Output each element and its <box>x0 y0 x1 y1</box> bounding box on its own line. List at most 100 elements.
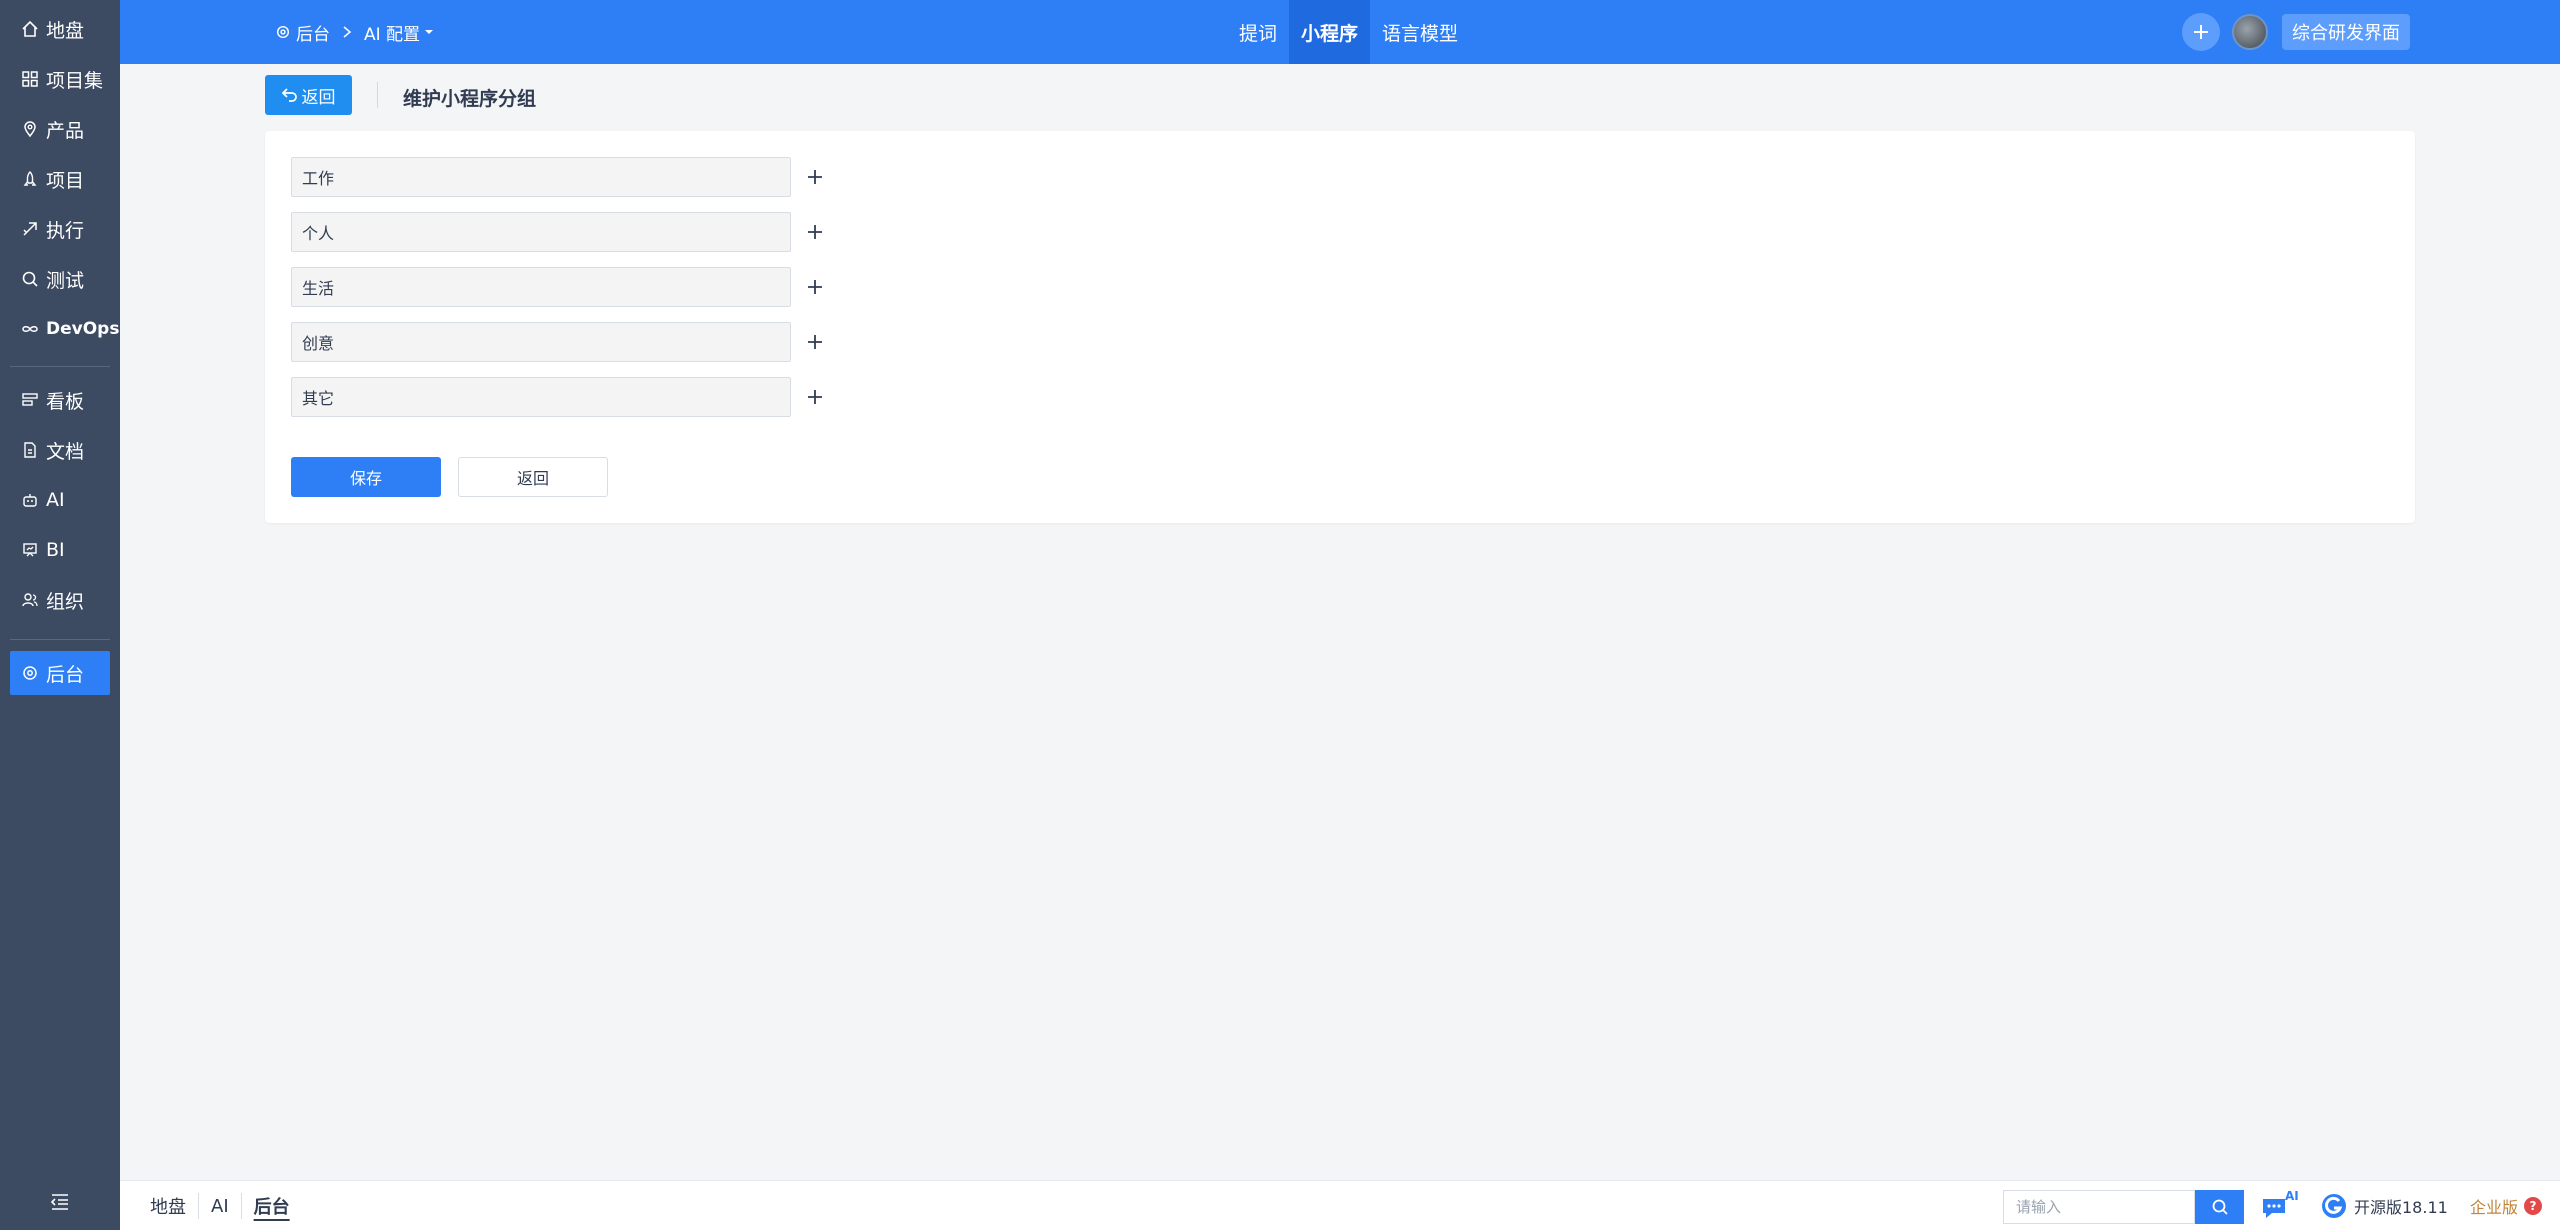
breadcrumb-root-label: 后台 <box>296 24 330 45</box>
sidebar-item-doc[interactable]: 文档 <box>10 428 110 472</box>
sidebar-item-label: 地盘 <box>46 19 85 42</box>
version-label: 开源版18.11 <box>2354 1198 2448 1217</box>
create-button[interactable] <box>2182 13 2220 51</box>
sidebar-item-label: 项目 <box>46 169 85 192</box>
sidebar-item-label: 项目集 <box>46 69 104 92</box>
sidebar-item-label: 后台 <box>46 663 85 686</box>
group-row <box>291 212 831 252</box>
sidebar-item-label: AI <box>46 489 65 511</box>
infinity-icon <box>20 319 40 339</box>
rocket-icon <box>20 169 40 189</box>
sidebar-item-execution[interactable]: 执行 <box>10 207 110 251</box>
chevron-right-icon <box>342 25 352 39</box>
version-info[interactable]: 开源版18.11 <box>2320 1181 2448 1230</box>
home-icon <box>20 19 40 39</box>
breadcrumb-current-label: AI 配置 <box>364 24 421 45</box>
sidebar-item-label: 组织 <box>46 590 85 613</box>
group-row <box>291 377 831 417</box>
group-form-panel: 保存 返回 <box>265 131 2415 523</box>
undo-arrow-icon <box>281 88 297 102</box>
header-tabs: 提词 小程序 语言模型 <box>1227 0 1470 64</box>
sidebar-item-program[interactable]: 项目集 <box>10 57 110 101</box>
sidebar-item-admin[interactable]: 后台 <box>10 651 110 695</box>
sidebar-item-kanban[interactable]: 看板 <box>10 378 110 422</box>
sidebar-divider <box>10 366 110 367</box>
send-icon <box>20 219 40 239</box>
zentao-logo-icon <box>2322 1194 2346 1218</box>
tab-prompts[interactable]: 提词 <box>1227 0 1289 64</box>
search-input[interactable] <box>2003 1190 2195 1224</box>
sidebar-item-devops[interactable]: DevOps <box>10 307 119 351</box>
group-row <box>291 322 831 362</box>
footer-tab-ai[interactable]: AI <box>199 1193 242 1219</box>
group-name-input[interactable] <box>291 157 791 197</box>
enterprise-label: 企业版 <box>2470 1198 2519 1217</box>
settings-icon <box>20 663 40 683</box>
sidebar-item-label: 产品 <box>46 119 85 142</box>
footer-tabs: 地盘 AI 后台 <box>138 1181 302 1230</box>
sidebar-item-ai[interactable]: AI <box>10 478 110 522</box>
add-row-icon[interactable] <box>803 220 827 244</box>
sidebar-item-label: 测试 <box>46 269 85 292</box>
breadcrumb-current[interactable]: AI 配置 <box>364 20 434 45</box>
title-divider <box>377 82 378 108</box>
back-button[interactable]: 返回 <box>265 75 352 115</box>
footer-tab-admin[interactable]: 后台 <box>242 1193 302 1219</box>
help-icon: ? <box>2524 1197 2543 1215</box>
presentation-icon <box>20 540 40 560</box>
group-name-input[interactable] <box>291 322 791 362</box>
sidebar-item-org[interactable]: 组织 <box>10 578 110 622</box>
breadcrumb-root[interactable]: 后台 <box>275 20 330 45</box>
robot-icon <box>20 490 40 510</box>
group-name-input[interactable] <box>291 212 791 252</box>
sidebar-divider <box>10 639 110 640</box>
page-title: 维护小程序分组 <box>403 88 537 110</box>
collapse-sidebar-icon[interactable] <box>48 1190 72 1214</box>
save-button[interactable]: 保存 <box>291 457 441 497</box>
search-button[interactable] <box>2195 1190 2244 1224</box>
add-row-icon[interactable] <box>803 330 827 354</box>
search-icon <box>2212 1199 2228 1215</box>
sidebar-item-label: BI <box>46 539 65 561</box>
settings-icon <box>276 25 290 39</box>
workspace-switch-button[interactable]: 综合研发界面 <box>2282 14 2410 50</box>
cancel-button[interactable]: 返回 <box>458 457 608 497</box>
sidebar-item-label: 文档 <box>46 440 85 463</box>
footer-tab-dashboard[interactable]: 地盘 <box>138 1193 199 1219</box>
add-row-icon[interactable] <box>803 165 827 189</box>
tab-miniprograms[interactable]: 小程序 <box>1289 0 1371 64</box>
caret-down-icon <box>425 30 434 34</box>
document-icon <box>20 440 40 460</box>
magnifier-icon <box>20 269 40 289</box>
group-row <box>291 157 831 197</box>
kanban-icon <box>20 390 40 410</box>
ai-chat-button[interactable]: AI <box>2260 1189 2300 1221</box>
sidebar-item-bi[interactable]: BI <box>10 528 110 572</box>
grid-icon <box>20 69 40 89</box>
sidebar-item-product[interactable]: 产品 <box>10 107 110 151</box>
plus-icon <box>2194 25 2208 39</box>
group-row <box>291 267 831 307</box>
sidebar-item-project[interactable]: 项目 <box>10 157 110 201</box>
enterprise-link[interactable]: 企业版 ? <box>2470 1181 2543 1230</box>
sidebar-item-label: 看板 <box>46 390 85 413</box>
footer-bar: 地盘 AI 后台 AI 开源版18.11 企业版 ? <box>120 1180 2560 1230</box>
header-actions: 综合研发界面 <box>2182 0 2410 64</box>
group-name-input[interactable] <box>291 377 791 417</box>
group-name-input[interactable] <box>291 267 791 307</box>
avatar[interactable] <box>2232 14 2268 50</box>
sidebar-item-label: DevOps <box>46 319 120 339</box>
sidebar-item-test[interactable]: 测试 <box>10 257 110 301</box>
sidebar: 地盘 项目集 产品 项目 执行 测试 DevOps 看板 文档 AI BI 组织… <box>0 0 120 1230</box>
sidebar-item-label: 执行 <box>46 219 85 242</box>
add-row-icon[interactable] <box>803 385 827 409</box>
location-pin-icon <box>20 119 40 139</box>
users-icon <box>20 590 40 610</box>
sidebar-item-dashboard[interactable]: 地盘 <box>10 7 110 51</box>
tab-language-models[interactable]: 语言模型 <box>1370 0 1470 64</box>
ai-badge: AI <box>2285 1189 2299 1203</box>
back-button-label: 返回 <box>301 87 336 107</box>
top-header: 后台 AI 配置 提词 小程序 语言模型 综合研发界面 <box>120 0 2560 64</box>
breadcrumb: 后台 AI 配置 <box>275 0 434 64</box>
add-row-icon[interactable] <box>803 275 827 299</box>
